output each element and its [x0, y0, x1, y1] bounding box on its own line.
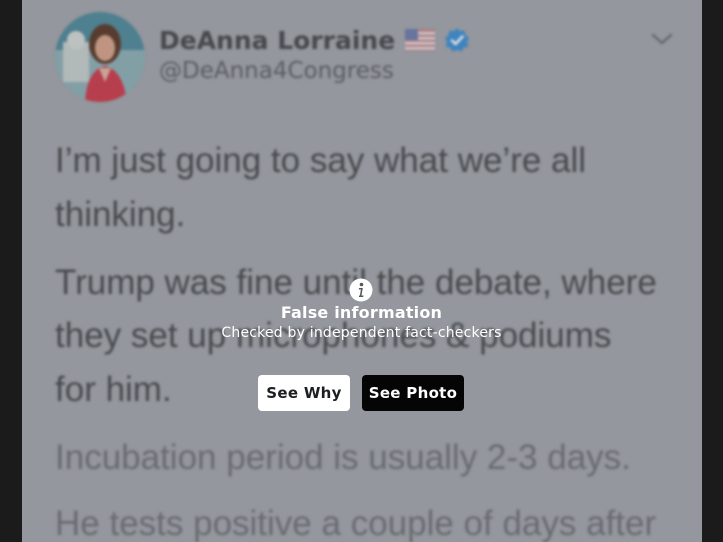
see-photo-button[interactable]: See Photo	[362, 375, 464, 411]
notice-title: False information	[280, 303, 443, 322]
info-icon	[349, 278, 373, 302]
notice-subtitle: Checked by independent fact-checkers	[221, 325, 502, 341]
see-why-button[interactable]: See Why	[258, 375, 350, 411]
fact-check-notice: False information Checked by independent…	[0, 0, 723, 542]
